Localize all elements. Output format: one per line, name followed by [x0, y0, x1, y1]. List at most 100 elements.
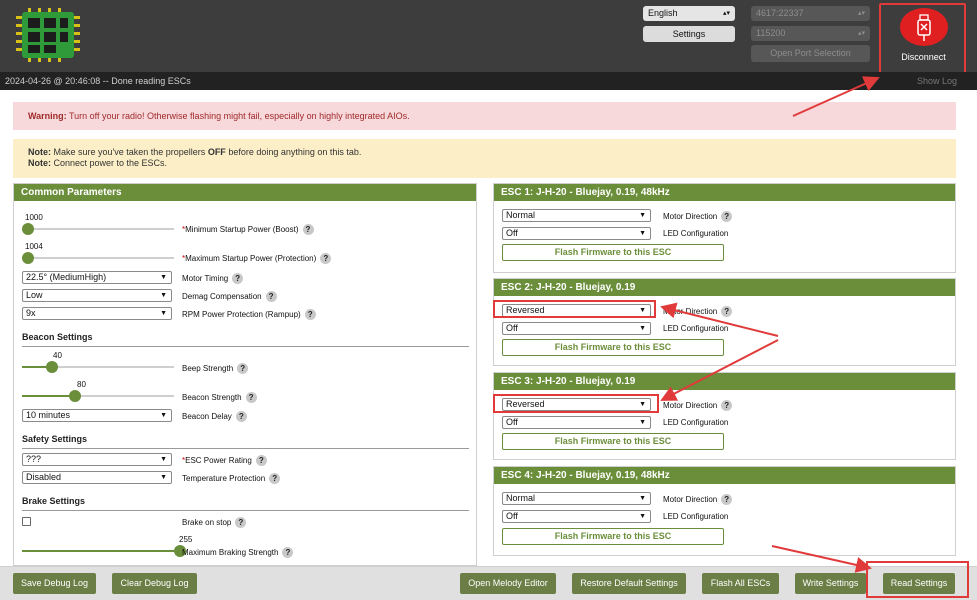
brake-settings-heading: Brake Settings	[22, 496, 86, 506]
esc-panel-4: ESC 4: J-H-20 - Bluejay, 0.19, 48kHz Nor…	[493, 466, 956, 556]
led-config-label: LED Configuration	[663, 512, 729, 521]
brake-on-stop-checkbox[interactable]	[22, 517, 31, 526]
note-banner: Note: Make sure you've taken the propell…	[13, 139, 956, 178]
max-braking-label-row: Maximum Braking Strength?	[182, 547, 294, 558]
note-text-1c: before doing anything on this tab.	[225, 147, 362, 157]
chevron-down-icon: ▼	[160, 274, 167, 281]
led-config-label: LED Configuration	[663, 324, 729, 333]
save-debug-log-button[interactable]: Save Debug Log	[13, 573, 96, 594]
help-icon[interactable]: ?	[721, 494, 733, 505]
warning-text: Turn off your radio! Otherwise flashing …	[66, 111, 410, 121]
demag-select[interactable]: Low ▼	[22, 289, 172, 302]
annotation-box-read-settings	[866, 561, 969, 598]
language-select[interactable]: English ▴▾	[643, 6, 735, 21]
motor-timing-value: 22.5° (MediumHigh)	[26, 272, 107, 282]
safety-settings-heading: Safety Settings	[22, 434, 88, 444]
beacon-strength-slider[interactable]	[69, 390, 82, 402]
warning-banner: Warning: Turn off your radio! Otherwise …	[13, 102, 956, 130]
log-bar: 2024-04-26 @ 20:46:08 -- Done reading ES…	[0, 72, 977, 90]
help-icon[interactable]: ?	[269, 473, 281, 484]
motor-direction-label-row: Motor Direction?	[663, 400, 733, 411]
divider	[22, 346, 469, 347]
demag-value: Low	[26, 290, 43, 300]
led-config-value: Off	[506, 417, 518, 427]
clear-debug-log-button[interactable]: Clear Debug Log	[112, 573, 197, 594]
help-icon[interactable]: ?	[721, 400, 733, 411]
motor-direction-label-row: Motor Direction?	[663, 211, 733, 222]
chevron-down-icon: ▼	[160, 292, 167, 299]
chevron-down-icon: ▼	[160, 310, 167, 317]
flash-all-escs-button[interactable]: Flash All ESCs	[702, 573, 779, 594]
motor-direction-select[interactable]: Normal ▼	[502, 492, 651, 505]
beacon-delay-select[interactable]: 10 minutes ▼	[22, 409, 172, 422]
note-title-2: Note:	[28, 158, 51, 168]
min-startup-slider[interactable]	[22, 223, 34, 235]
flash-firmware-button[interactable]: Flash Firmware to this ESC	[502, 244, 724, 261]
restore-default-settings-button[interactable]: Restore Default Settings	[572, 573, 686, 594]
brake-on-stop-label: Brake on stop	[182, 518, 232, 527]
write-settings-button[interactable]: Write Settings	[795, 573, 866, 594]
help-icon[interactable]: ?	[721, 211, 733, 222]
min-startup-value: 1000	[25, 213, 43, 222]
temp-protection-select[interactable]: Disabled ▼	[22, 471, 172, 484]
help-icon[interactable]: ?	[237, 363, 249, 374]
help-icon[interactable]: ?	[235, 411, 247, 422]
max-startup-slider[interactable]	[22, 252, 34, 264]
baud-select[interactable]: 115200 ▴▾	[751, 26, 870, 41]
help-icon[interactable]: ?	[265, 291, 277, 302]
led-config-label: LED Configuration	[663, 418, 729, 427]
help-icon[interactable]: ?	[304, 309, 316, 320]
beep-strength-label-row: Beep Strength?	[182, 363, 249, 374]
flash-firmware-button[interactable]: Flash Firmware to this ESC	[502, 528, 724, 545]
open-melody-editor-button[interactable]: Open Melody Editor	[460, 573, 556, 594]
max-startup-track[interactable]	[22, 257, 174, 259]
chevron-down-icon: ▼	[639, 419, 646, 426]
led-config-select[interactable]: Off ▼	[502, 510, 651, 523]
note-title-1: Note:	[28, 147, 51, 157]
flash-firmware-button[interactable]: Flash Firmware to this ESC	[502, 339, 724, 356]
max-braking-value: 255	[179, 535, 193, 544]
power-rating-value: ???	[26, 454, 42, 464]
help-icon[interactable]: ?	[721, 306, 733, 317]
min-startup-track[interactable]	[22, 228, 174, 230]
led-config-label: LED Configuration	[663, 229, 729, 238]
open-port-selection-button[interactable]: Open Port Selection	[751, 45, 870, 62]
port-select[interactable]: 4617:22337 ▴▾	[751, 6, 870, 21]
led-config-select[interactable]: Off ▼	[502, 416, 651, 429]
help-icon[interactable]: ?	[302, 224, 314, 235]
led-config-value: Off	[506, 228, 518, 238]
led-config-select[interactable]: Off ▼	[502, 322, 651, 335]
beacon-settings-heading: Beacon Settings	[22, 332, 93, 342]
note-text-1a: Make sure you've taken the propellers	[51, 147, 208, 157]
chevron-down-icon: ▼	[160, 412, 167, 419]
min-startup-label: Minimum Startup Power (Boost)	[185, 225, 299, 234]
beep-strength-fill	[22, 366, 47, 368]
rpm-protection-value: 9x	[26, 308, 36, 318]
beacon-delay-label: Beacon Delay	[182, 412, 232, 421]
led-config-select[interactable]: Off ▼	[502, 227, 651, 240]
settings-button[interactable]: Settings	[643, 26, 735, 42]
rpm-protection-label-row: RPM Power Protection (Rampup)?	[182, 309, 316, 320]
port-value: 4617:22337	[756, 8, 804, 18]
rpm-protection-select[interactable]: 9x ▼	[22, 307, 172, 320]
help-icon[interactable]: ?	[232, 273, 244, 284]
temp-protection-value: Disabled	[26, 472, 62, 482]
common-parameters-panel: Common Parameters 1000 *Minimum Startup …	[13, 183, 477, 566]
help-icon[interactable]: ?	[255, 455, 267, 466]
esc-title: ESC 1: J-H-20 - Bluejay, 0.19, 48kHz	[494, 184, 955, 201]
help-icon[interactable]: ?	[235, 517, 247, 528]
motor-timing-select[interactable]: 22.5° (MediumHigh) ▼	[22, 271, 172, 284]
flash-firmware-button[interactable]: Flash Firmware to this ESC	[502, 433, 724, 450]
help-icon[interactable]: ?	[282, 547, 294, 558]
help-icon[interactable]: ?	[320, 253, 332, 264]
beep-strength-slider[interactable]	[46, 361, 59, 373]
power-rating-label: ESC Power Rating	[185, 456, 252, 465]
chevron-down-icon: ▼	[639, 325, 646, 332]
help-icon[interactable]: ?	[245, 392, 257, 403]
chevron-down-icon: ▼	[639, 230, 646, 237]
motor-direction-select[interactable]: Normal ▼	[502, 209, 651, 222]
power-rating-select[interactable]: ??? ▼	[22, 453, 172, 466]
updown-icon: ▴▾	[722, 10, 730, 17]
show-log-link[interactable]: Show Log	[917, 72, 957, 90]
updown-icon: ▴▾	[857, 30, 865, 37]
